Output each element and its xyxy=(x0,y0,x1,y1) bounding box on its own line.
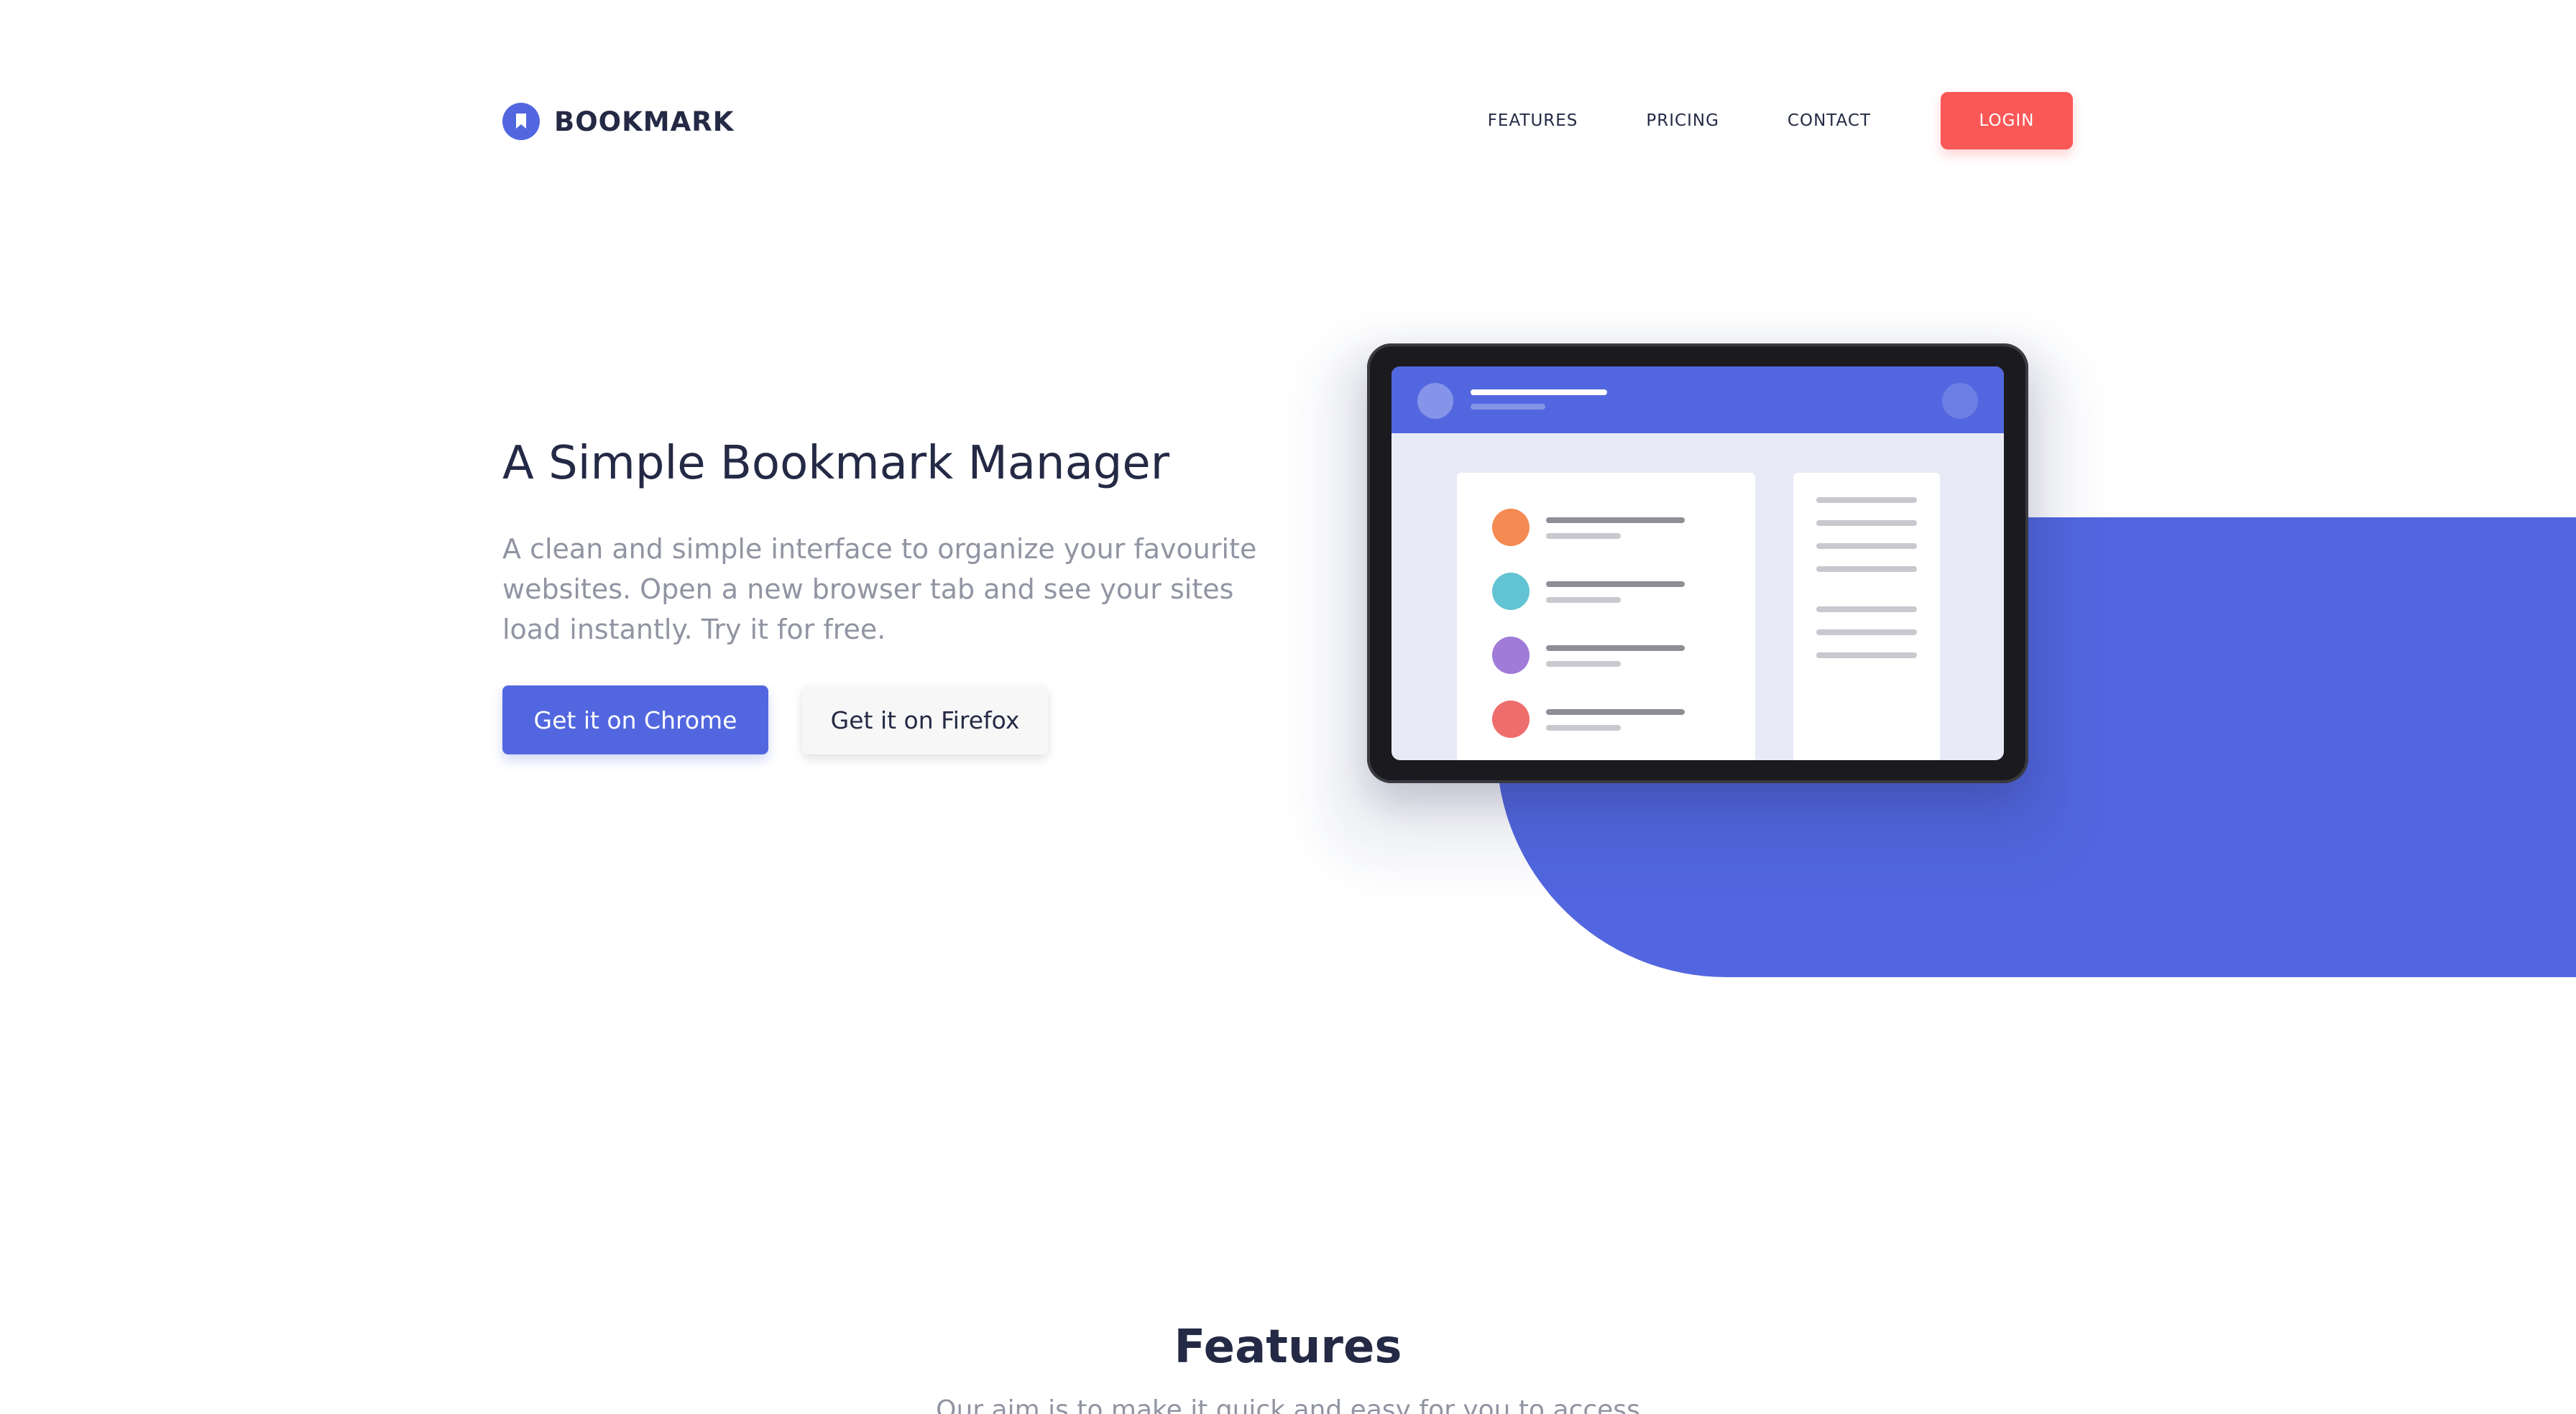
bookmark-logo-icon xyxy=(502,103,540,140)
list-item-dot xyxy=(1492,509,1530,546)
screen-list-item xyxy=(1492,637,1722,674)
logo-text: BOOKMARK xyxy=(554,106,735,137)
screen-avatar-placeholder xyxy=(1417,383,1453,419)
screen-header-bar xyxy=(1392,366,2004,433)
hero-title: A Simple Bookmark Manager xyxy=(502,437,1170,490)
features-heading: Features xyxy=(1174,1321,1402,1374)
screen-list-item xyxy=(1492,509,1722,546)
main-nav: FEATURES PRICING CONTACT LOGIN xyxy=(1488,92,2073,149)
features-subtitle: Our aim is to make it quick and easy for… xyxy=(936,1395,1640,1414)
list-item-dot xyxy=(1492,637,1530,674)
screen-bookmark-list xyxy=(1457,473,1755,760)
tablet-illustration xyxy=(1367,343,2028,783)
screen-side-panel xyxy=(1793,473,1940,760)
screen-subtitle-placeholder xyxy=(1471,404,1545,410)
list-item-dot xyxy=(1492,573,1530,610)
get-firefox-button[interactable]: Get it on Firefox xyxy=(802,685,1048,754)
screen-title-placeholder xyxy=(1471,389,1607,395)
logo[interactable]: BOOKMARK xyxy=(502,103,734,140)
nav-contact-link[interactable]: CONTACT xyxy=(1788,111,1871,130)
hero-subtitle: A clean and simple interface to organize… xyxy=(502,533,1257,645)
screen-list-item xyxy=(1492,573,1722,610)
login-button[interactable]: LOGIN xyxy=(1941,92,2073,149)
get-chrome-button[interactable]: Get it on Chrome xyxy=(502,685,768,754)
hero-cta-group: Get it on Chrome Get it on Firefox xyxy=(502,685,1048,754)
screen-list-item xyxy=(1492,701,1722,738)
landing-page: BOOKMARK FEATURES PRICING CONTACT LOGIN xyxy=(0,0,2576,1414)
nav-features-link[interactable]: FEATURES xyxy=(1488,111,1578,130)
tablet-screen xyxy=(1392,366,2004,760)
list-item-dot xyxy=(1492,701,1530,738)
nav-pricing-link[interactable]: PRICING xyxy=(1646,111,1719,130)
screen-menu-placeholder xyxy=(1942,383,1978,419)
